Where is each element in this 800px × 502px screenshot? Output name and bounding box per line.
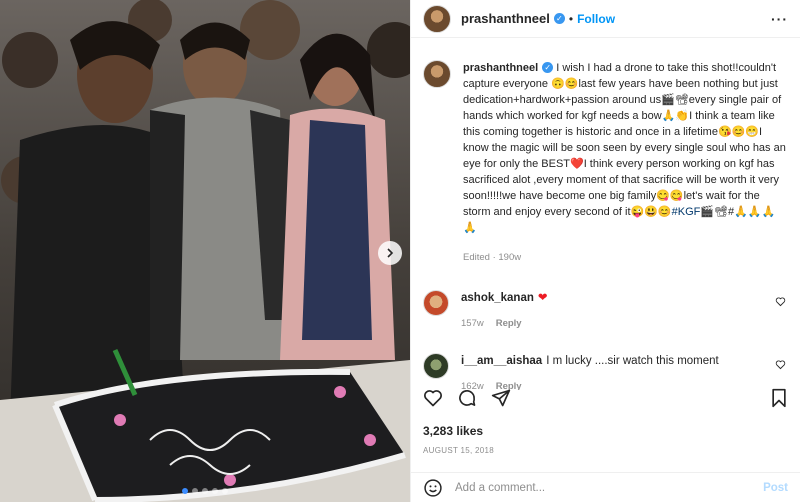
post-header: prashanthneel ✓ • Follow ··· [411, 0, 800, 38]
paper-plane-icon[interactable] [491, 388, 511, 408]
comment-text: I m lucky ....sir watch this moment [546, 355, 719, 367]
hashtag-link[interactable]: #KGF [672, 206, 701, 218]
verified-badge-icon: ✓ [542, 62, 554, 73]
carousel-next-button[interactable] [378, 241, 402, 265]
reply-button[interactable]: Reply [496, 318, 522, 329]
comment-bubble-icon[interactable] [457, 388, 477, 408]
heart-icon[interactable] [423, 388, 443, 408]
caption-username[interactable]: prashanthneel [463, 62, 538, 74]
post-date: AUGUST 15, 2018 [423, 446, 495, 455]
post-media[interactable] [0, 0, 410, 502]
caption-author-avatar[interactable] [423, 60, 451, 88]
carousel-dot [212, 488, 218, 494]
commenter-username[interactable]: ashok_kanan [461, 292, 534, 304]
comment-text-line: ashok_kanan ❤ [461, 290, 548, 306]
chevron-right-icon [387, 248, 394, 258]
comment-item: ashok_kanan ❤ 157w Reply [423, 290, 788, 329]
commenter-avatar[interactable] [423, 353, 449, 379]
carousel-dot [222, 488, 228, 494]
caption-text: I wish I had a drone to take this shot!!… [463, 62, 786, 218]
caption-body: prashanthneel ✓ I wish I had a drone to t… [463, 60, 788, 266]
author-avatar[interactable] [423, 4, 451, 33]
post-comment-button[interactable]: Post [763, 482, 788, 494]
follow-button[interactable]: Follow [577, 12, 615, 26]
smiley-icon[interactable] [423, 478, 443, 498]
commenter-avatar[interactable] [423, 290, 449, 316]
verified-badge-icon: ✓ [553, 13, 565, 24]
comment-item: i__am__aishaa I m lucky ....sir watch thi… [423, 353, 788, 390]
header-separator: • [568, 11, 574, 26]
post-side-panel: prashanthneel ✓ • Follow ··· prashanthne… [410, 0, 800, 502]
comment-text-line: i__am__aishaa I m lucky ....sir watch thi… [461, 353, 719, 369]
comment-input[interactable] [455, 481, 752, 494]
comments-section[interactable]: prashanthneel ✓ I wish I had a drone to t… [411, 38, 800, 390]
comment-age: 157w [461, 318, 484, 329]
post-actions [423, 388, 788, 408]
comment-like-heart-icon[interactable] [775, 359, 786, 370]
add-comment-bar: Post [411, 472, 800, 502]
comment-like-heart-icon[interactable] [775, 296, 786, 307]
carousel-dot [202, 488, 208, 494]
carousel-indicator [0, 488, 410, 494]
instagram-post: prashanthneel ✓ • Follow ··· prashanthne… [0, 0, 800, 502]
comment-text: ❤ [537, 292, 548, 304]
commenter-username[interactable]: i__am__aishaa [461, 355, 542, 367]
likes-count[interactable]: 3,283 likes [423, 424, 483, 438]
author-username[interactable]: prashanthneel [461, 11, 550, 26]
carousel-dot [192, 488, 198, 494]
more-options-icon[interactable]: ··· [771, 11, 788, 27]
caption-meta: Edited · 190w [463, 252, 522, 263]
carousel-dot [182, 488, 188, 494]
post-photo [0, 0, 410, 502]
comment-meta: 157w Reply [461, 318, 548, 329]
post-caption: prashanthneel ✓ I wish I had a drone to t… [423, 60, 788, 266]
bookmark-icon[interactable] [770, 388, 788, 408]
